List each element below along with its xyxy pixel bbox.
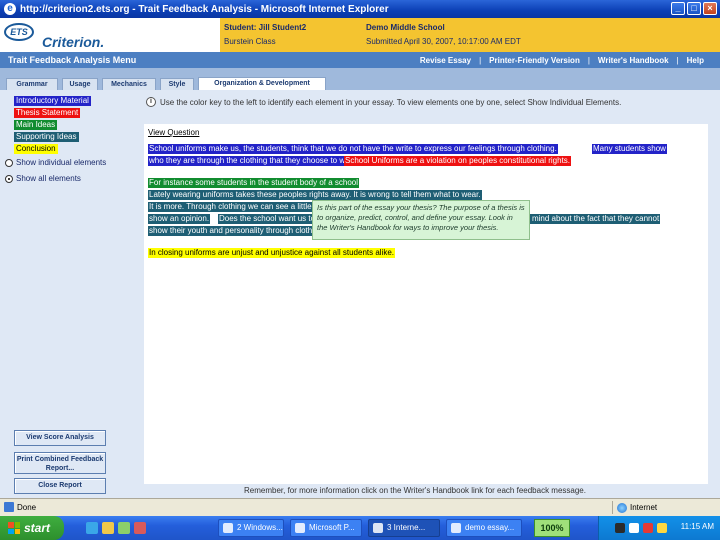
legend-introductory-material: Introductory Material [14, 96, 91, 106]
tray-app-icon[interactable] [615, 523, 625, 533]
nav-links: Revise Essay | Printer-Friendly Version … [412, 52, 712, 68]
tab-grammar[interactable]: Grammar [6, 78, 58, 90]
printer-friendly-link[interactable]: Printer-Friendly Version [481, 56, 588, 65]
zoom-level[interactable]: 100% [534, 519, 570, 537]
zone-text: Internet [630, 503, 658, 512]
ie-quicklaunch-icon[interactable] [86, 522, 98, 534]
submitted-date: Submitted April 30, 2007, 10:17:00 AM ED… [366, 37, 521, 46]
tray-app-icon[interactable] [657, 523, 667, 533]
ets-logo: ETS [4, 23, 34, 41]
class-name: Burstein Class [224, 37, 276, 46]
main-idea-segment[interactable]: For instance some students in the studen… [148, 178, 360, 188]
window-title: http://criterion2.ets.org - Trait Feedba… [20, 3, 389, 15]
supporting-idea-segment[interactable]: Lately wearing uniforms takes these peop… [148, 190, 482, 200]
submission-info-band: Student: Jill Student2 Burstein Class De… [220, 18, 720, 52]
tab-organization-development[interactable]: Organization & Development [198, 77, 326, 90]
ie-icon: e [4, 3, 16, 15]
radio-label: Show all elements [16, 174, 81, 183]
tab-style[interactable]: Style [160, 78, 194, 90]
window-title-bar[interactable]: e http://criterion2.ets.org - Trait Feed… [0, 0, 720, 18]
info-icon: i [146, 97, 156, 107]
taskbar-item-internet-explorer[interactable]: 3 Interne... [368, 519, 440, 537]
start-label: start [24, 521, 51, 535]
tray-app-icon[interactable] [643, 523, 653, 533]
view-question-link[interactable]: View Question [148, 128, 199, 137]
zone-indicator: Internet [612, 501, 657, 514]
introductory-material-segment[interactable]: School uniforms make us, the students, t… [148, 144, 558, 154]
desktop-quicklaunch-icon[interactable] [118, 522, 130, 534]
essay-panel: View Question School uniforms make us, t… [144, 124, 708, 484]
supporting-idea-segment[interactable]: It is more. Through clothing we can see … [148, 202, 313, 212]
instruction-line: i Use the color key to the left to ident… [146, 97, 621, 107]
left-panel: Introductory Material Thesis Statement M… [0, 90, 140, 498]
radio-label: Show individual elements [16, 158, 107, 167]
tab-usage[interactable]: Usage [62, 78, 98, 90]
taskbar: start 2 Windows... Microsoft P... 3 Inte… [0, 516, 720, 540]
maximize-button[interactable]: □ [687, 2, 701, 15]
start-button[interactable]: start [0, 516, 64, 540]
radio-button[interactable] [5, 174, 13, 183]
windows-logo-icon [8, 522, 20, 534]
help-link[interactable]: Help [679, 56, 712, 65]
revise-essay-link[interactable]: Revise Essay [412, 56, 479, 65]
legend-thesis-statement: Thesis Statement [14, 108, 81, 118]
status-text: Done [17, 502, 37, 512]
globe-icon [617, 502, 627, 513]
status-left: Done [4, 502, 36, 512]
window-controls: _ □ × [671, 2, 717, 15]
menu-bar: Trait Feedback Analysis Menu Revise Essa… [0, 52, 720, 68]
menu-title: Trait Feedback Analysis Menu [8, 55, 137, 65]
feedback-tabs: Grammar Usage Mechanics Style Organizati… [0, 68, 720, 90]
show-all-option[interactable]: Show all elements [5, 174, 81, 183]
print-feedback-report-button[interactable]: Print Combined Feedback Report... [14, 452, 106, 474]
instruction-text: Use the color key to the left to identif… [160, 97, 622, 107]
tray-app-icon[interactable] [629, 523, 639, 533]
tab-mechanics[interactable]: Mechanics [102, 78, 156, 90]
clock: 11:15 AM [680, 522, 714, 531]
minimize-button[interactable]: _ [671, 2, 685, 15]
taskbar-item-demo-essay[interactable]: demo essay... [446, 519, 522, 537]
introductory-material-segment[interactable]: Many students show [592, 144, 667, 154]
radio-button[interactable] [5, 158, 13, 167]
close-report-button[interactable]: Close Report [14, 478, 106, 494]
student-name: Student: Jill Student2 [224, 23, 307, 32]
show-individual-option[interactable]: Show individual elements [5, 158, 106, 167]
criterion-logo: Criterion. [42, 34, 105, 50]
legend-supporting-ideas: Supporting Ideas [14, 132, 79, 142]
view-score-analysis-button[interactable]: View Score Analysis [14, 430, 106, 446]
page-icon [4, 502, 14, 512]
legend-main-ideas: Main Ideas [14, 120, 58, 130]
status-bar: Done Internet [0, 498, 720, 516]
system-tray: 11:15 AM [598, 516, 720, 540]
legend-conclusion: Conclusion [14, 144, 58, 154]
thesis-feedback-tooltip: Is this part of the essay your thesis? T… [312, 200, 530, 240]
thesis-statement-segment[interactable]: School Uniforms are a violation on peopl… [344, 156, 572, 166]
writers-handbook-link[interactable]: Writer's Handbook [590, 56, 677, 65]
supporting-idea-segment[interactable]: show an opinion. [148, 214, 211, 224]
app-header: ETS Criterion. Student: Jill Student2 Bu… [0, 18, 720, 52]
school-name: Demo Middle School [366, 23, 445, 32]
media-quicklaunch-icon[interactable] [134, 522, 146, 534]
conclusion-segment[interactable]: In closing uniforms are unjust and unjus… [148, 248, 396, 258]
taskbar-item-windows[interactable]: 2 Windows... [218, 519, 284, 537]
introductory-material-segment[interactable]: who they are through the clothing that t… [148, 156, 360, 166]
taskbar-item-powerpoint[interactable]: Microsoft P... [290, 519, 362, 537]
close-window-button[interactable]: × [703, 2, 717, 15]
main-panel: i Use the color key to the left to ident… [140, 90, 720, 498]
folder-quicklaunch-icon[interactable] [102, 522, 114, 534]
footer-note: Remember, for more information click on … [244, 486, 586, 495]
